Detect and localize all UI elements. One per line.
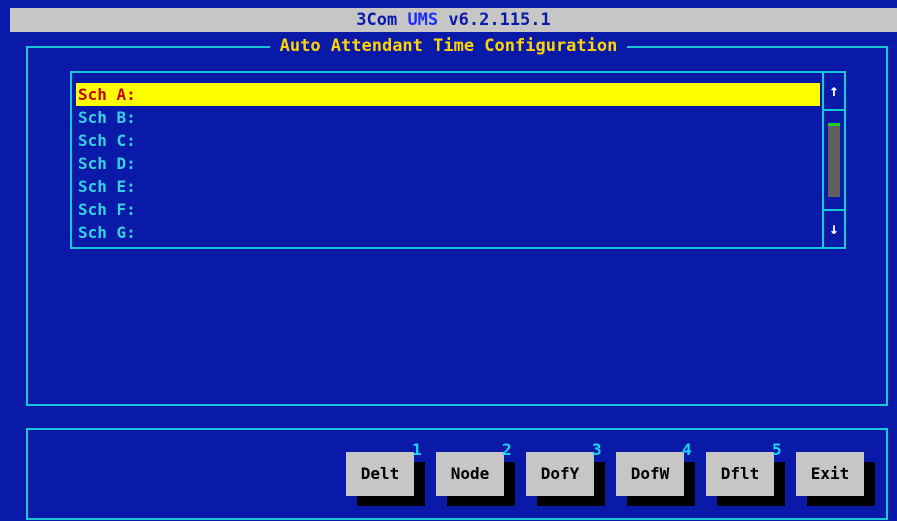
exit-button-wrap: Exit bbox=[796, 452, 875, 506]
exit-button[interactable]: Exit bbox=[796, 452, 864, 496]
scroll-thumb[interactable] bbox=[828, 123, 840, 126]
schedule-item-c[interactable]: Sch C: bbox=[76, 129, 820, 152]
default-button[interactable]: Dflt bbox=[706, 452, 774, 496]
schedule-item-f[interactable]: Sch F: bbox=[76, 198, 820, 221]
schedule-item-b[interactable]: Sch B: bbox=[76, 106, 820, 129]
delete-button-wrap: Delt 1 bbox=[346, 440, 425, 506]
day-of-year-hotkey: 3 bbox=[592, 440, 602, 459]
schedule-list: Sch A: Sch B: Sch C: Sch D: Sch E: Sch F… bbox=[76, 83, 820, 244]
day-of-year-button-wrap: DofY 3 bbox=[526, 440, 605, 506]
arrow-up-icon[interactable]: ↑ bbox=[824, 73, 844, 111]
day-of-week-button[interactable]: DofW bbox=[616, 452, 684, 496]
app-title-bar: 3Com UMS v6.2.115.1 bbox=[10, 8, 897, 32]
schedule-item-a[interactable]: Sch A: bbox=[76, 83, 820, 106]
node-button-wrap: Node 2 bbox=[436, 440, 515, 506]
vertical-scrollbar[interactable]: ↑ ↓ bbox=[822, 73, 844, 247]
schedule-item-e[interactable]: Sch E: bbox=[76, 175, 820, 198]
arrow-down-icon[interactable]: ↓ bbox=[824, 209, 844, 247]
schedule-listbox[interactable]: Sch A: Sch B: Sch C: Sch D: Sch E: Sch F… bbox=[70, 71, 846, 249]
app-product-highlight: UMS bbox=[407, 10, 439, 30]
delete-button[interactable]: Delt bbox=[346, 452, 414, 496]
node-hotkey: 2 bbox=[502, 440, 512, 459]
delete-hotkey: 1 bbox=[412, 440, 422, 459]
schedule-item-d[interactable]: Sch D: bbox=[76, 152, 820, 175]
day-of-week-button-wrap: DofW 4 bbox=[616, 440, 695, 506]
scroll-track[interactable] bbox=[828, 123, 840, 197]
app-product-name: 3Com bbox=[356, 10, 398, 30]
schedule-item-g[interactable]: Sch G: bbox=[76, 221, 820, 244]
dialog-title: Auto Attendant Time Configuration bbox=[0, 36, 897, 56]
app-version: v6.2.115.1 bbox=[448, 10, 551, 30]
dialog-title-text: Auto Attendant Time Configuration bbox=[269, 36, 628, 56]
default-button-wrap: Dflt 5 bbox=[706, 440, 785, 506]
day-of-week-hotkey: 4 bbox=[682, 440, 692, 459]
default-hotkey: 5 bbox=[772, 440, 782, 459]
day-of-year-button[interactable]: DofY bbox=[526, 452, 594, 496]
node-button[interactable]: Node bbox=[436, 452, 504, 496]
